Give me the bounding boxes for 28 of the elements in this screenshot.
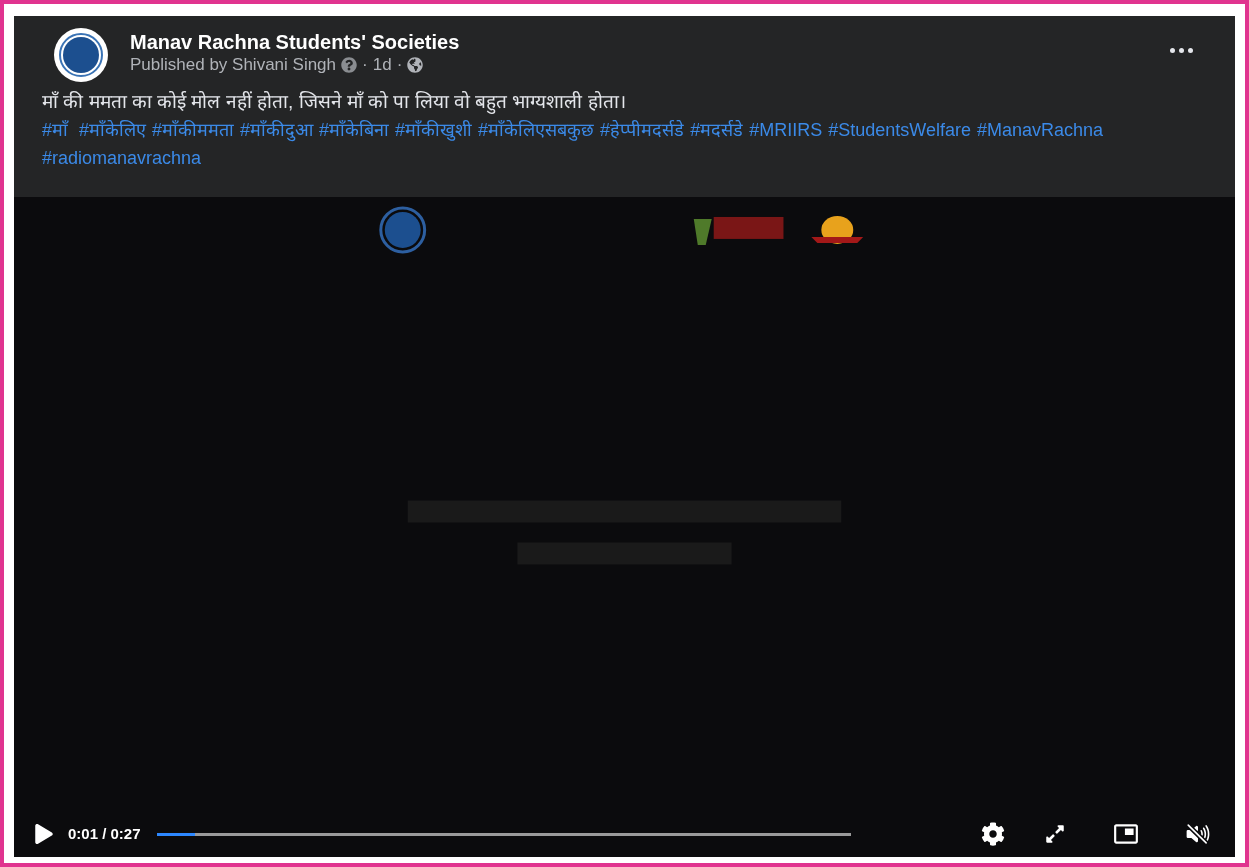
hashtag-link[interactable]: #माँकेलिएसबकुछ (478, 116, 595, 144)
post-time[interactable]: 1d (372, 54, 392, 76)
hashtag-link[interactable]: #MRIIRS (749, 116, 823, 144)
hashtag-link[interactable]: #माँकीममता (152, 116, 235, 144)
hashtag-link[interactable]: #माँकीखुशी (395, 116, 473, 144)
separator-dot: · (396, 54, 403, 76)
picture-in-picture-button[interactable] (1113, 821, 1139, 847)
post-text: माँ की ममता का कोई मोल नहीं होता, जिसने माँ को पा लिया वो बहुत भाग्यशाली होता। (42, 90, 627, 116)
hashtag-link[interactable]: #माँकीदुआ (240, 116, 314, 144)
help-icon[interactable] (341, 57, 358, 73)
progress-track[interactable] (156, 832, 851, 836)
page-name[interactable]: Manav Rachna Students' Societies (130, 30, 460, 54)
hashtag-link[interactable]: #माँ (42, 116, 73, 144)
fullscreen-button[interactable] (1045, 824, 1065, 844)
volume-button[interactable] (1185, 821, 1211, 847)
hashtag-link[interactable]: #हेप्पीमदर्सडे (600, 116, 685, 144)
settings-button[interactable] (981, 822, 1005, 846)
globe-icon (407, 57, 424, 73)
hashtag-link[interactable]: #radiomanavrachna (42, 144, 202, 172)
hashtag-link[interactable]: #मदर्सडे (690, 116, 744, 144)
separator-dot: · (362, 54, 368, 76)
video-time: 0:01 / 0:27 (68, 823, 141, 844)
hashtag-link[interactable]: #माँकेलिए (79, 116, 147, 144)
hashtag-link[interactable]: #StudentsWelfare (828, 116, 971, 144)
hashtag-link[interactable]: #माँकेबिना (319, 116, 390, 144)
publisher-text: Published by Shivani Singh (130, 54, 337, 76)
play-button[interactable] (34, 824, 54, 844)
hashtag-link[interactable]: #ManavRachna (976, 116, 1103, 144)
